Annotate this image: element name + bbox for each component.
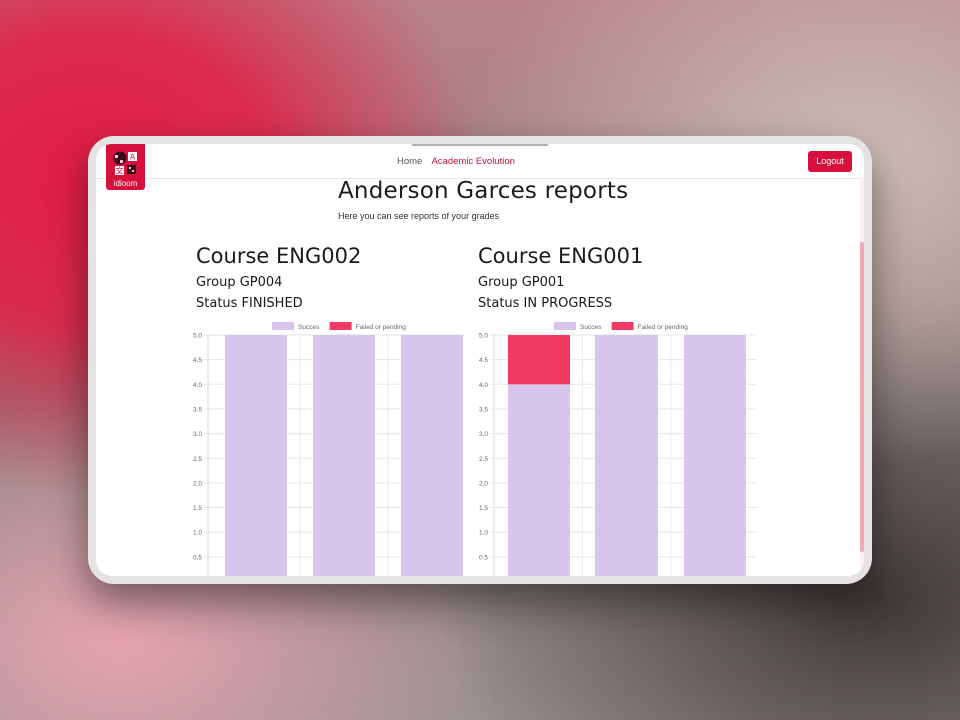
page-subtitle: Here you can see reports of your grades [338,211,500,221]
y-tick-label: 2.0 [193,480,202,487]
y-tick-label: 2.0 [479,480,488,487]
y-tick-label: 0.5 [193,554,202,561]
y-tick-label: 4.0 [193,382,202,389]
legend-label[interactable]: Failed or pending [356,324,407,331]
legend-swatch[interactable] [329,322,352,330]
main-nav: Home Academic Evolution [397,156,522,167]
logout-button[interactable]: Logout [808,151,852,172]
page-title: Anderson Garces reports [338,178,629,204]
course-title-1: Course ENG002 [196,244,362,268]
legend-label[interactable]: Succes [298,324,320,331]
y-tick-label: 3.5 [193,406,202,413]
legend-label[interactable]: Succes [580,324,602,331]
nav-academic-evolution-link[interactable]: Academic Evolution [431,156,514,167]
bar-segment[interactable] [508,335,570,385]
y-tick-label: 4.0 [479,382,488,389]
y-tick-label: 3.0 [479,431,488,438]
nav-active-indicator [412,144,548,146]
course-status-1: Status FINISHED [196,296,303,311]
bar-segment[interactable] [595,335,658,576]
app-screen: Home Academic Evolution Logout A 文 idioo… [96,144,864,576]
course-title-2: Course ENG001 [478,244,644,268]
course-group-2: Group GP001 [478,275,565,290]
course-group-1: Group GP004 [196,275,283,290]
legend-label[interactable]: Failed or pending [638,324,689,331]
nav-home-link[interactable]: Home [397,156,422,167]
legend-swatch[interactable] [272,322,294,330]
brand-logo[interactable]: A 文 idioom [106,144,145,190]
logo-mark-icon: A 文 [113,151,137,176]
svg-text:A: A [130,153,136,162]
y-tick-label: 4.5 [479,357,488,364]
y-tick-label: 2.5 [479,456,488,463]
grades-chart-2: Succes Failed or pending 5.0 4.5 4.0 3.5 3.0 2.… [479,322,756,576]
y-tick-label: 1.5 [193,505,202,512]
bar-segment[interactable] [225,335,287,576]
top-navbar: Home Academic Evolution Logout [96,144,864,179]
bar-segment[interactable] [313,335,375,576]
bar-segment[interactable] [508,384,570,576]
scrollbar-thumb[interactable] [860,242,864,552]
course-status-2: Status IN PROGRESS [478,296,613,311]
grades-chart-1: Succes Failed or pending 5.0 4.5 4.0 3.5 3.0 2.… [193,322,464,576]
legend-swatch[interactable] [554,322,576,330]
bar-segment[interactable] [684,335,746,576]
y-tick-label: 4.5 [193,357,202,364]
brand-name: idioom [113,179,138,188]
legend-swatch[interactable] [611,322,634,330]
y-tick-label: 5.0 [479,333,488,340]
y-tick-label: 3.0 [193,431,202,438]
y-tick-label: 0.5 [479,554,488,561]
y-tick-label: 2.5 [193,456,202,463]
y-tick-label: 3.5 [479,406,488,413]
svg-text:文: 文 [116,166,124,176]
y-tick-label: 1.0 [193,530,202,537]
bar-segment[interactable] [401,335,463,576]
y-tick-label: 5.0 [193,333,202,340]
y-tick-label: 1.0 [479,530,488,537]
y-tick-label: 1.5 [479,505,488,512]
